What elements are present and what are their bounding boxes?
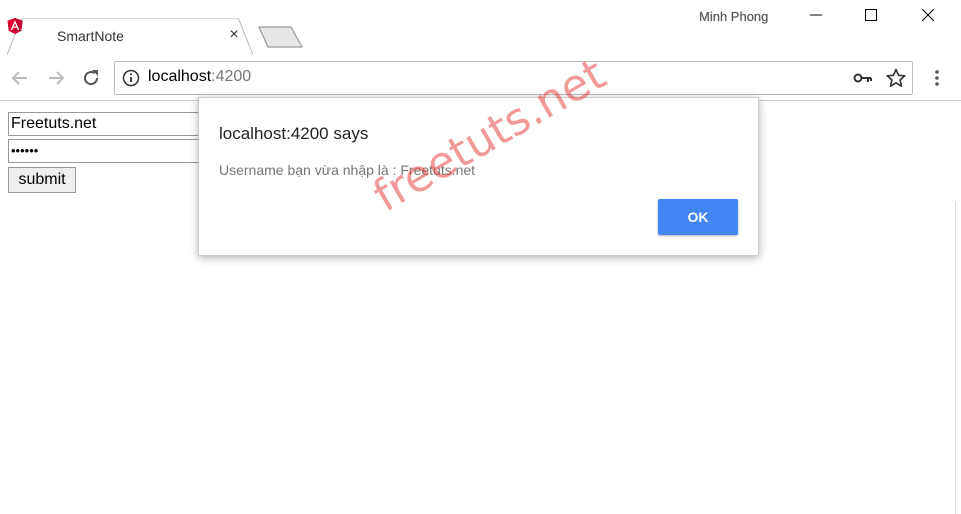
- tab-shape: [7, 18, 253, 55]
- star-icon[interactable]: [886, 68, 906, 88]
- forward-button[interactable]: [44, 66, 68, 90]
- browser-titlebar: SmartNote × Minh Phong: [0, 0, 961, 56]
- minimize-icon: [810, 14, 822, 16]
- angular-icon: [7, 18, 23, 34]
- dialog-title: localhost:4200 says: [219, 124, 369, 143]
- profile-name[interactable]: Minh Phong: [699, 9, 768, 24]
- tab-close-icon[interactable]: ×: [226, 27, 242, 43]
- close-icon: [922, 9, 934, 21]
- url-host: localhost: [148, 68, 212, 85]
- submit-button[interactable]: submit: [8, 167, 76, 193]
- maximize-button[interactable]: [848, 0, 894, 30]
- close-window-button[interactable]: [905, 0, 951, 30]
- reload-icon: [84, 70, 99, 86]
- browser-menu-button[interactable]: [925, 66, 949, 90]
- back-button[interactable]: [8, 66, 32, 90]
- tab-title: SmartNote: [57, 28, 124, 44]
- info-icon[interactable]: [122, 69, 140, 87]
- url-text[interactable]: localhost:4200: [148, 68, 251, 86]
- url-port: :4200: [211, 68, 252, 85]
- browser-toolbar: localhost:4200: [0, 56, 961, 101]
- new-tab-button[interactable]: [256, 25, 304, 49]
- arrow-right-icon: [49, 71, 65, 85]
- username-input[interactable]: Freetuts.net: [8, 112, 208, 136]
- scrollbar-edge: [955, 202, 956, 514]
- minimize-button[interactable]: [793, 0, 839, 30]
- arrow-left-icon: [11, 71, 27, 85]
- vertical-dots-icon: [935, 70, 939, 86]
- browser-tab[interactable]: SmartNote ×: [7, 18, 253, 55]
- password-input[interactable]: ••••••: [8, 139, 208, 163]
- maximize-icon: [865, 9, 877, 21]
- ok-button[interactable]: OK: [658, 199, 738, 235]
- reload-button[interactable]: [79, 66, 103, 90]
- key-icon[interactable]: [853, 69, 873, 87]
- address-bar[interactable]: localhost:4200: [114, 61, 913, 95]
